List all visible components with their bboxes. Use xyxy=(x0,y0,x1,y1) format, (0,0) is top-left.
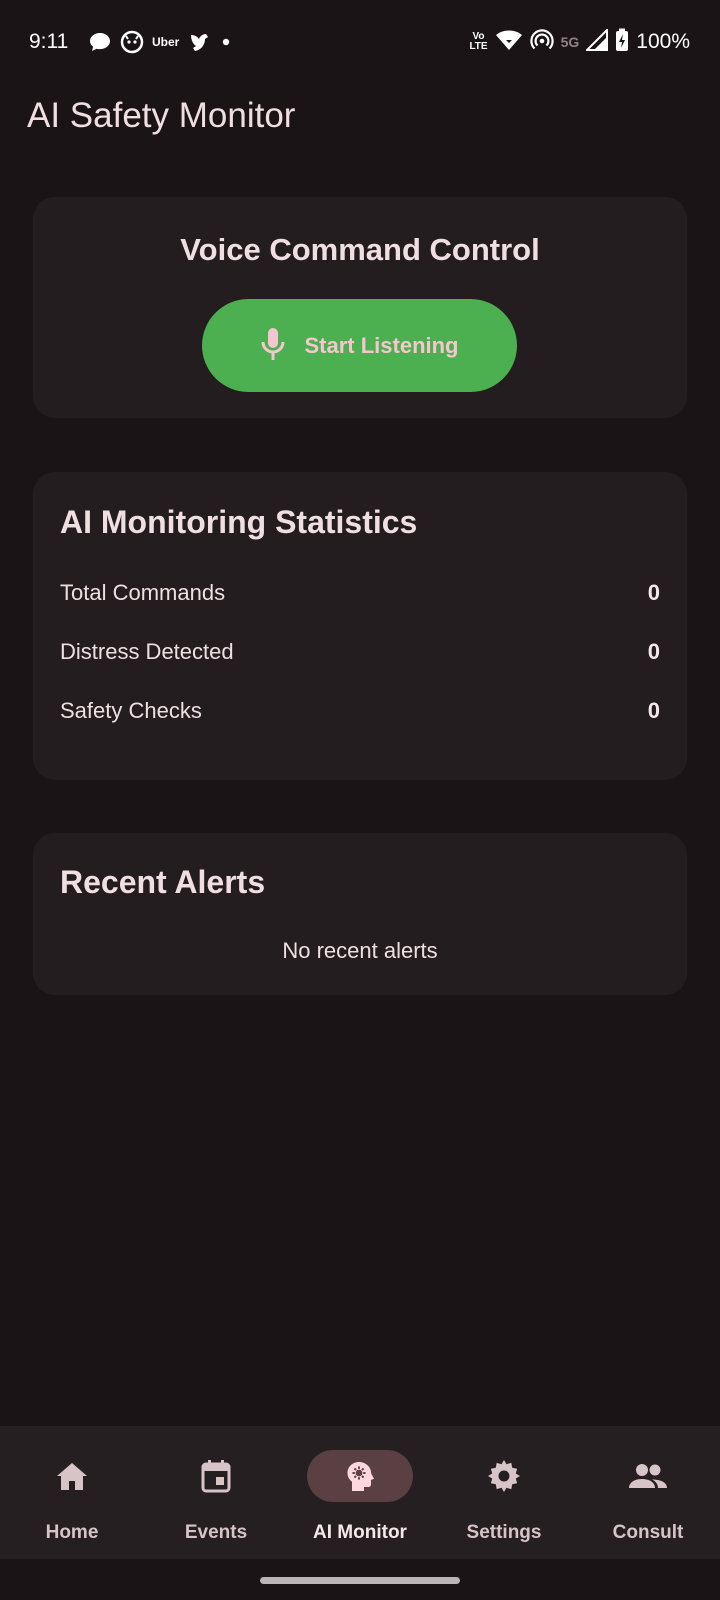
nav-label: Events xyxy=(184,1522,248,1543)
gear-icon xyxy=(451,1450,557,1502)
notification-icons: Uber xyxy=(88,27,231,57)
nav-item-settings[interactable]: Settings xyxy=(432,1426,576,1559)
nav-label: AI Monitor xyxy=(313,1522,407,1543)
recent-alerts-title: Recent Alerts xyxy=(60,864,266,900)
signal-icon xyxy=(584,27,609,56)
status-time: 9:11 xyxy=(29,30,69,53)
system-icons: Vo LTE 5G 100% xyxy=(469,27,690,57)
bottom-navigation: Home Events AI Monitor Settings Consult xyxy=(0,1426,720,1559)
uber-icon: Uber xyxy=(152,35,180,49)
volte-bottom: LTE xyxy=(469,41,488,52)
dot-icon xyxy=(221,37,231,47)
nav-item-events[interactable]: Events xyxy=(144,1426,288,1559)
voice-card-title: Voice Command Control xyxy=(180,232,540,267)
start-listening-label: Start Listening xyxy=(304,332,459,358)
nav-label: Settings xyxy=(466,1522,542,1543)
people-icon xyxy=(595,1450,701,1502)
stat-row-total-commands: Total Commands 0 xyxy=(60,578,660,608)
empty-alerts-text: No recent alerts xyxy=(282,938,438,963)
stat-value: 0 xyxy=(647,580,660,605)
voice-command-card: Voice Command Control Start Listening xyxy=(33,197,687,418)
chat-bubble-icon xyxy=(88,31,112,53)
statistics-title: AI Monitoring Statistics xyxy=(60,504,418,540)
calendar-icon xyxy=(163,1450,269,1502)
psychology-icon xyxy=(307,1450,413,1502)
nav-label: Home xyxy=(45,1522,99,1543)
stat-label: Total Commands xyxy=(60,580,226,605)
statistics-card: AI Monitoring Statistics Total Commands … xyxy=(33,472,687,780)
stat-value: 0 xyxy=(647,639,660,664)
cat-face-icon xyxy=(120,30,144,54)
nav-label: Consult xyxy=(612,1522,684,1543)
gesture-handle[interactable] xyxy=(260,1577,460,1584)
stat-row-distress-detected: Distress Detected 0 xyxy=(60,637,660,667)
hotspot-icon xyxy=(529,28,554,57)
start-listening-button[interactable]: Start Listening xyxy=(202,299,517,392)
volte-icon: Vo LTE xyxy=(469,32,487,52)
nav-item-home[interactable]: Home xyxy=(0,1426,144,1559)
recent-alerts-card: Recent Alerts No recent alerts xyxy=(33,833,687,995)
bird-icon xyxy=(187,29,213,55)
stat-label: Safety Checks xyxy=(60,698,202,723)
wifi-icon xyxy=(495,29,523,56)
network-type: 5G xyxy=(560,34,580,50)
status-bar: 9:11 Uber Vo LTE 5G 100% xyxy=(0,0,720,84)
nav-item-ai-monitor[interactable]: AI Monitor xyxy=(288,1426,432,1559)
stat-row-safety-checks: Safety Checks 0 xyxy=(60,696,660,726)
battery-icon xyxy=(615,28,629,57)
stat-label: Distress Detected xyxy=(60,639,234,664)
mic-icon xyxy=(260,327,286,364)
nav-item-consult[interactable]: Consult xyxy=(576,1426,720,1559)
home-icon xyxy=(19,1450,125,1502)
battery-percent: 100% xyxy=(636,30,690,53)
stat-value: 0 xyxy=(647,698,660,723)
screen: 9:11 Uber Vo LTE 5G 100% AI Safety Monit… xyxy=(0,0,720,1600)
page-title: AI Safety Monitor xyxy=(27,96,296,135)
